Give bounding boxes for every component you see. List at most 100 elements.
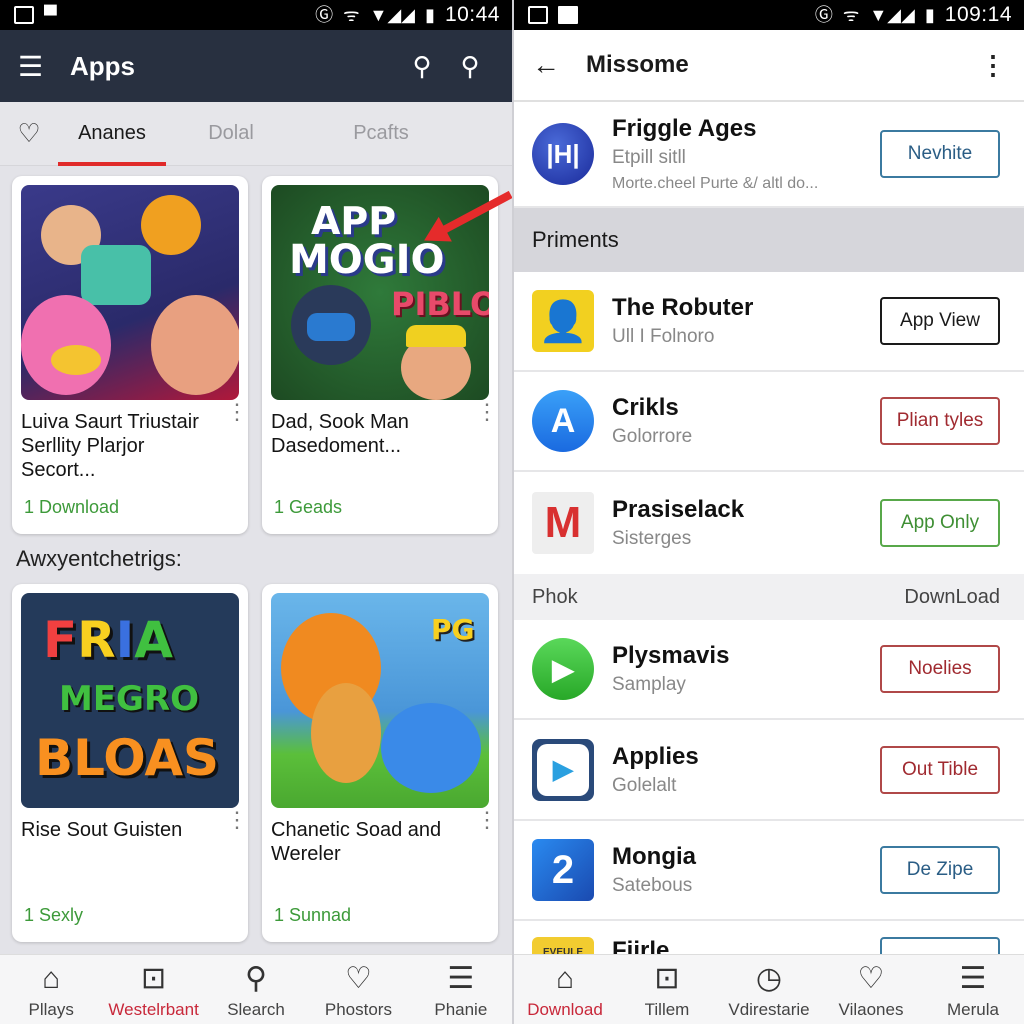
app-list-item[interactable]: 👤 The Robuter Ull I Folnoro App View — [514, 272, 1024, 372]
wifi-icon: ᯤ — [343, 5, 360, 25]
right-phone-screen: Ⓖ ᯤ ▼◢◢ ▮ 109:14 ← Missome ⋮ |H| Friggle… — [512, 0, 1024, 1024]
tab-dolal[interactable]: Dolal — [166, 102, 296, 166]
nav-phostors[interactable]: ♡ Phostors — [307, 955, 409, 1024]
de-zipe-button[interactable]: De Zipe — [880, 846, 1000, 894]
nav-download[interactable]: ⌂ Download — [514, 955, 616, 1024]
profile-icon: 👤 — [532, 290, 594, 352]
status-time: 10:44 — [444, 3, 500, 26]
sync-icon: Ⓖ — [315, 5, 334, 25]
nav-vdirestarie[interactable]: ◷ Vdirestarie — [718, 955, 820, 1024]
card-title: Chanetic Soad and Wereler — [271, 819, 442, 865]
app-name: Prasiselack — [612, 496, 745, 523]
screenshot-icon — [528, 6, 548, 24]
app-subtitle: Samplay — [612, 674, 686, 695]
thumb-text: PIBLO — [391, 285, 489, 323]
app-name: Mongia — [612, 843, 696, 870]
app-list-item[interactable]: |H| Friggle Ages Etpill sitll Morte.chee… — [514, 102, 1024, 208]
video-camera-icon: ▶ — [532, 638, 594, 700]
out-tible-button[interactable]: Out Tible — [880, 745, 1000, 794]
more-vert-icon[interactable]: ⋮ — [476, 401, 498, 423]
app-bar: ☰ Apps ⚲ ⚲ — [0, 30, 512, 102]
app-subtitle: Sisterges — [612, 528, 692, 549]
tab-label: Pcafts — [353, 122, 409, 144]
app-name: Plysmavis — [612, 642, 730, 669]
tab-pcafts[interactable]: Pcafts — [296, 102, 466, 166]
card-meta: 1 Download — [24, 497, 120, 517]
page-title: Missome — [586, 51, 689, 78]
status-bar: ▀ Ⓖ ᯤ ▼◢◢ ▮ 10:44 — [0, 0, 512, 30]
screenshot-icon — [14, 6, 34, 24]
clock-icon: ◷ — [755, 961, 783, 995]
nav-phanie[interactable]: ☰ Phanie — [410, 955, 512, 1024]
section-header: Phok DownLoad — [514, 574, 1024, 620]
card-title: Rise Sout Guisten — [21, 819, 183, 841]
app-card[interactable]: PG Chanetic Soad and Wereler ⋮ 1 Sunnad — [262, 584, 498, 942]
app-name: Crikls — [612, 394, 679, 421]
noelies-button[interactable]: Noelies — [880, 645, 1000, 693]
nav-label: Tillem — [644, 999, 690, 1019]
page-title: Apps — [70, 50, 135, 81]
sync-icon: Ⓖ — [814, 5, 833, 25]
search-alt-icon[interactable]: ⚲ — [446, 51, 494, 82]
app-name: Friggle Ages — [612, 115, 757, 142]
nevhite-button[interactable]: Nevhite — [880, 130, 1000, 178]
card-meta: 1 Geads — [274, 497, 343, 517]
app-card[interactable]: APP MOGIO PIBLO Dad, Sook Man Dasedoment… — [262, 176, 498, 534]
app-list-item[interactable]: ▶ Applies Golelalt Out Tible — [514, 720, 1024, 821]
heart-logo-icon: ♡ — [17, 118, 41, 148]
nav-vilaones[interactable]: ♡ Vilaones — [820, 955, 922, 1024]
thumb-text: FRIA — [43, 611, 173, 669]
app-view-button[interactable]: App View — [880, 297, 1000, 345]
back-arrow-icon[interactable]: ← — [532, 49, 574, 81]
nav-slearch[interactable]: ⚲ Slearch — [205, 955, 307, 1024]
app-card[interactable]: Luiva Saurt Triustair Serllity Plarjor S… — [12, 176, 248, 534]
nav-label: Pllays — [28, 999, 74, 1019]
nav-westelrbant[interactable]: ⊡ Westelrbant — [102, 955, 204, 1024]
more-vert-icon[interactable]: ⋮ — [980, 50, 1006, 81]
tab-ananes[interactable]: Ananes — [58, 102, 166, 166]
heart-icon: ♡ — [857, 961, 885, 995]
thumb-text: PG — [431, 613, 475, 646]
app-list-item[interactable]: A Crikls Golorrore Plian tyles — [514, 372, 1024, 472]
app-list-item[interactable]: M Prasiselack Sisterges App Only — [514, 472, 1024, 574]
store-icon: ⌂ — [555, 961, 575, 995]
nav-tillem[interactable]: ⊡ Tillem — [616, 955, 718, 1024]
search-icon: ⚲ — [245, 961, 267, 995]
app-name: The Robuter — [612, 294, 754, 321]
nav-label: Phostors — [324, 999, 392, 1019]
menu-icon: ☰ — [447, 961, 475, 995]
icon-text: 2 — [551, 847, 575, 892]
thumb-text: BLOAS — [35, 729, 220, 787]
search-icon[interactable]: ⚲ — [398, 51, 446, 82]
play-triangle-icon: ▶ — [537, 743, 589, 796]
menu-icon[interactable]: ☰ — [18, 50, 54, 83]
bottom-nav: ⌂ Pllays ⊡ Westelrbant ⚲ Slearch ♡ Phost… — [0, 954, 512, 1024]
app-bar: ← Missome ⋮ — [514, 30, 1024, 102]
notification-icon — [558, 6, 578, 24]
notification-icon: ▀ — [44, 5, 57, 25]
app-icon: |H| — [532, 123, 594, 185]
app-only-button[interactable]: App Only — [880, 499, 1000, 547]
nav-label: Westelrbant — [108, 999, 199, 1019]
more-vert-icon[interactable]: ⋮ — [226, 401, 248, 423]
app-list-item[interactable]: 2 Mongia Satebous De Zipe — [514, 821, 1024, 921]
app-thumbnail — [21, 185, 239, 400]
thumb-text: MEGRO — [59, 679, 200, 719]
thumb-text: MOGIO — [289, 237, 445, 283]
signal-icon: ▼◢◢ — [369, 5, 416, 25]
tab-label: Dolal — [208, 122, 254, 144]
app-list-item[interactable]: ▶ Plysmavis Samplay Noelies — [514, 620, 1024, 720]
tab-label: Ananes — [78, 122, 146, 144]
more-vert-icon[interactable]: ⋮ — [226, 809, 248, 831]
app-store-icon: A — [532, 390, 594, 452]
play-store-icon: ▶ — [532, 738, 594, 801]
nav-pllays[interactable]: ⌂ Pllays — [0, 955, 102, 1024]
app-card[interactable]: FRIA MEGRO BLOAS Rise Sout Guisten ⋮ 1 S… — [12, 584, 248, 942]
download-link[interactable]: DownLoad — [904, 586, 1000, 609]
status-bar: Ⓖ ᯤ ▼◢◢ ▮ 109:14 — [514, 0, 1024, 30]
plian-tyles-button[interactable]: Plian tyles — [880, 397, 1000, 445]
nav-merula[interactable]: ☰ Merula — [922, 955, 1024, 1024]
section-title: Awxyentchetrigs: — [16, 546, 182, 571]
heart-icon: ♡ — [344, 961, 372, 995]
more-vert-icon[interactable]: ⋮ — [476, 809, 498, 831]
